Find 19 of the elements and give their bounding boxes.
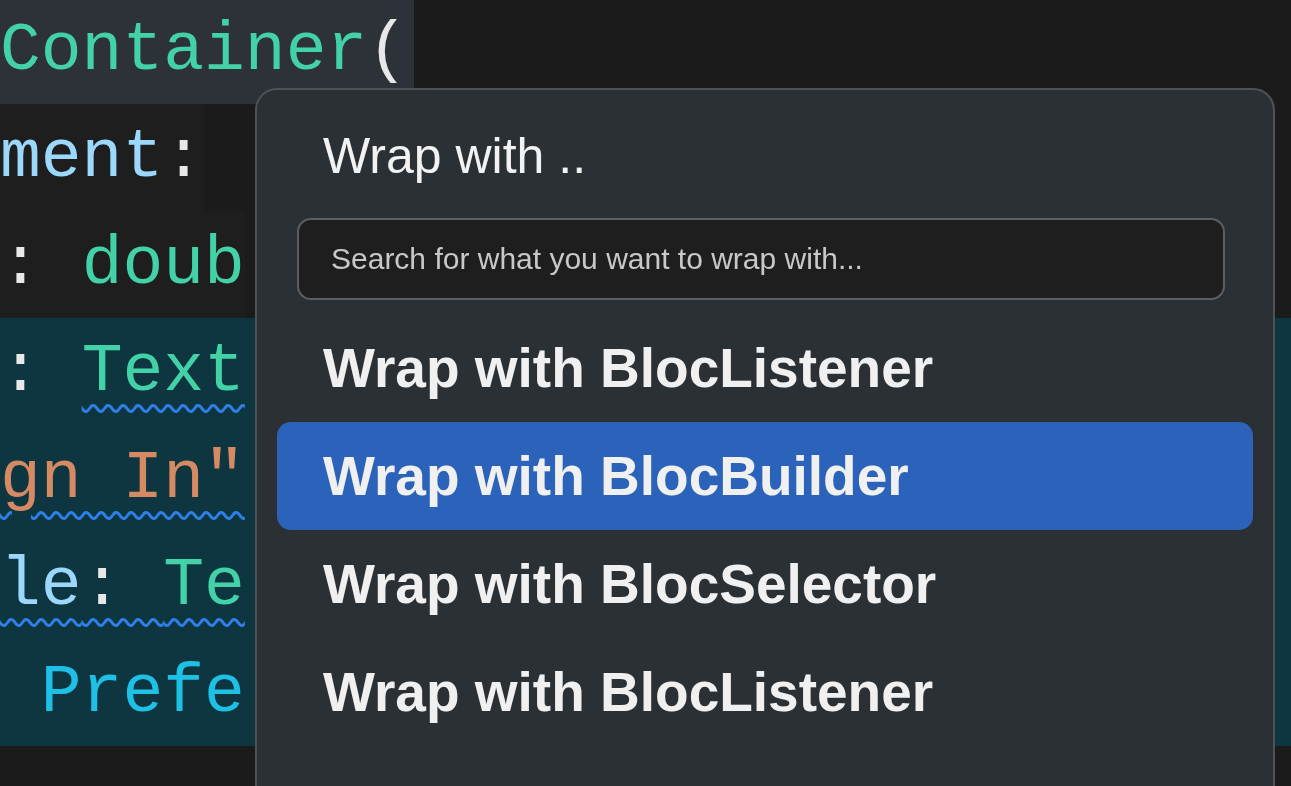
code-token: : [81,547,124,624]
code-token: : [163,119,205,196]
code-token: Container [0,12,368,89]
code-token: gn In" [0,440,245,517]
popup-title: Wrap with .. [323,127,588,186]
menu-item[interactable]: Wrap with BlocListener [277,314,1253,422]
code-token: : [0,333,42,410]
search-field[interactable]: Search for what you want to wrap with... [297,218,1225,300]
code-token: doub [81,226,245,303]
menu-item[interactable]: Wrap with BlocBuilder [277,422,1253,530]
code-token: le [0,547,82,624]
code-token: : [0,226,42,303]
code-token: ment [0,119,164,196]
code-token: Text [81,333,245,410]
code-token: Te [163,547,245,624]
menu-item[interactable]: Wrap with BlocListener [277,638,1253,746]
menu-item[interactable]: Wrap with BlocSelector [277,530,1253,638]
code-token: ( [367,12,409,89]
code-token: Prefe [39,654,245,731]
